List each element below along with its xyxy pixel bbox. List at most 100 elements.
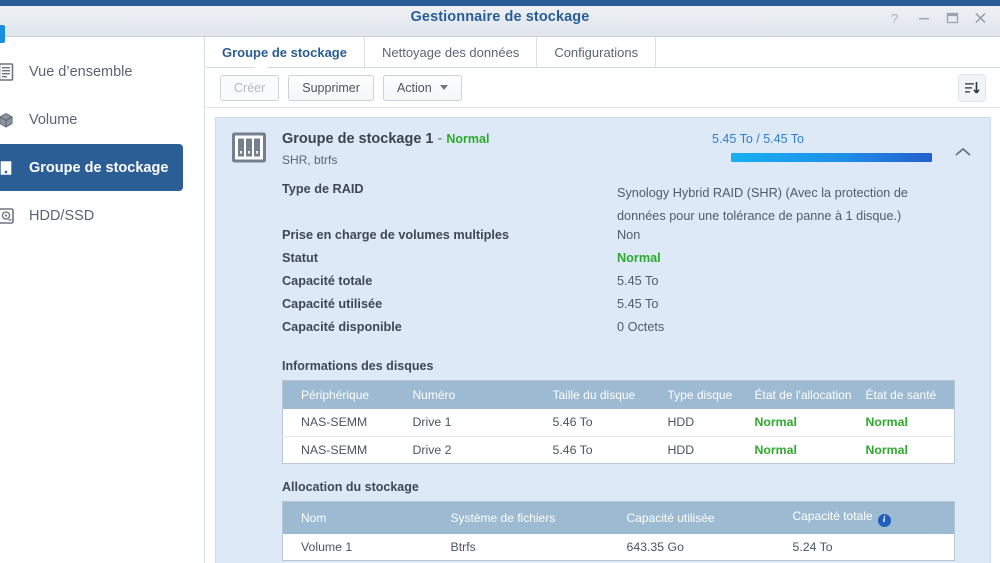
detail-row: Capacité totale 5.45 To [282,274,974,297]
column-header[interactable]: Nom [282,501,451,534]
detail-value: Synology Hybrid RAID (SHR) (Avec la prot… [617,186,908,223]
pool-name: Groupe de stockage 1 [282,131,434,147]
column-header[interactable]: Capacité totale i [792,501,955,534]
column-header[interactable]: Numéro [412,380,553,409]
sidebar-item-storage-pool[interactable]: Groupe de stockage [0,144,183,191]
storage-pool-title: Groupe de stockage 1 - Normal [282,131,489,147]
table-row[interactable]: NAS-SEMM Drive 2 5.46 To HDD Normal Norm… [282,435,955,463]
storage-manager-window: Gestionnaire de stockage ? Vue d’ensembl… [0,0,1000,563]
disks-section-title: Informations des disques [282,359,434,373]
sidebar-item-overview[interactable]: Vue d’ensemble [0,48,183,95]
hdd-ssd-icon [0,206,22,226]
active-tab-caret [254,61,268,68]
cell-number: Drive 1 [412,415,452,430]
toolbar: Créer Supprimer Action [206,68,1000,108]
column-header[interactable]: Système de fichiers [450,501,627,534]
minimize-icon[interactable] [910,6,938,30]
main-panel: Groupe de stockage Nettoyage des données… [206,37,1000,563]
detail-key: Statut [282,251,318,265]
cell-device: NAS-SEMM [301,415,368,430]
cell-allocation-status: Normal [754,435,866,463]
column-header[interactable]: Capacité utilisée [626,501,793,534]
detail-key: Capacité disponible [282,320,402,334]
window-title: Gestionnaire de stockage [410,9,590,25]
close-icon[interactable] [966,6,994,30]
sort-descending-icon[interactable] [958,73,986,102]
detail-key: Capacité totale [282,274,373,288]
tab-label: Configurations [554,44,639,60]
cell-filesystem: Btrfs [450,539,476,554]
overview-icon [0,62,22,82]
create-button-label: Créer [234,80,266,95]
column-header[interactable]: État de santé [865,380,955,409]
help-icon[interactable]: ? [882,6,910,30]
chevron-up-icon[interactable] [954,145,972,163]
cell-health-status: Normal [865,435,955,463]
pool-capacity-bar [731,153,932,162]
cell-device: NAS-SEMM [282,435,413,463]
detail-value: 5.45 To [617,297,659,311]
create-button[interactable]: Créer [220,74,280,101]
detail-row: Statut Normal [282,251,974,274]
action-button-label: Action [396,80,432,95]
detail-key: Prise en charge de volumes multiples [282,228,510,242]
detail-value: Non [617,228,641,242]
allocation-section-title: Allocation du stockage [282,479,419,494]
cell-health-status: Normal [865,415,908,430]
cell-total-capacity: 5.24 To [792,539,833,554]
cell-size: 5.46 To [552,415,593,430]
pool-capacity-fill [731,153,932,162]
delete-button[interactable]: Supprimer [288,74,374,101]
window-left-accent [0,25,5,43]
column-header-label: Capacité totale [792,508,873,523]
info-icon[interactable]: i [877,513,891,527]
table-row[interactable]: NAS-SEMM Drive 1 5.46 To HDD Normal Norm… [283,409,955,436]
column-header[interactable]: Type disque [667,380,755,409]
detail-value: 0 Octets [617,320,665,334]
column-header[interactable]: Taille du disque [552,380,668,409]
storage-pool-header: Groupe de stockage 1 - Normal SHR, btrfs… [232,131,974,173]
cell-number: Drive 2 [412,435,553,463]
sidebar-item-label: Volume [29,111,78,128]
storage-pool-subtitle: SHR, btrfs [282,153,338,167]
tab-configurations[interactable]: Configurations [537,37,657,67]
detail-row: Capacité utilisée 5.45 To [282,297,974,320]
tab-bar: Groupe de stockage Nettoyage des données… [206,37,1000,68]
detail-value: Normal [617,251,661,265]
sidebar: Vue d’ensemble Volume Groupe de stockage [0,37,205,563]
sidebar-item-volume[interactable]: Volume [0,96,183,143]
pool-title-dash: - [433,131,447,147]
allocation-table: Nom Système de fichiers Capacité utilisé… [282,500,955,561]
disks-table: Périphérique Numéro Taille du disque Typ… [282,380,955,464]
pool-capacity-text: 5.45 To / 5.45 To [712,132,804,146]
sidebar-item-hdd-ssd[interactable]: HDD/SSD [0,192,183,239]
detail-key: Type de RAID [282,182,364,196]
column-header[interactable]: État de l'allocation [754,380,866,409]
tab-storage-pool[interactable]: Groupe de stockage [206,37,365,68]
delete-button-label: Supprimer [302,80,360,95]
sidebar-item-label: HDD/SSD [29,207,95,224]
tab-data-scrubbing[interactable]: Nettoyage des données [365,37,538,67]
cell-used-capacity: 643.35 Go [626,539,684,554]
detail-row: Type de RAID Synology Hybrid RAID (SHR) (… [282,182,974,228]
cell-type: HDD [667,435,755,463]
cell-volume-name: Volume 1 [301,539,353,554]
cell-type: HDD [667,415,695,430]
tab-label: Nettoyage des données [381,44,520,60]
table-row[interactable]: Volume 1 Btrfs 643.35 Go 5.24 To [283,534,955,561]
table-header-row: Nom Système de fichiers Capacité utilisé… [282,501,955,534]
titlebar-accent-stripe [0,0,1000,6]
tab-label: Groupe de stockage [222,44,347,60]
detail-value: 5.45 To [617,274,659,288]
content-area: Groupe de stockage 1 - Normal SHR, btrfs… [206,108,1000,563]
column-header[interactable]: Périphérique [282,380,413,409]
pool-status-badge: Normal [446,132,490,146]
storage-pool-card: Groupe de stockage 1 - Normal SHR, btrfs… [215,117,991,563]
maximize-icon[interactable] [938,6,966,30]
disk-array-icon [232,132,266,169]
sidebar-item-label: Groupe de stockage [29,159,169,176]
storage-pool-icon [0,158,22,178]
detail-key: Capacité utilisée [282,297,383,311]
action-dropdown-button[interactable]: Action [382,74,462,101]
cell-allocation-status: Normal [754,415,797,430]
